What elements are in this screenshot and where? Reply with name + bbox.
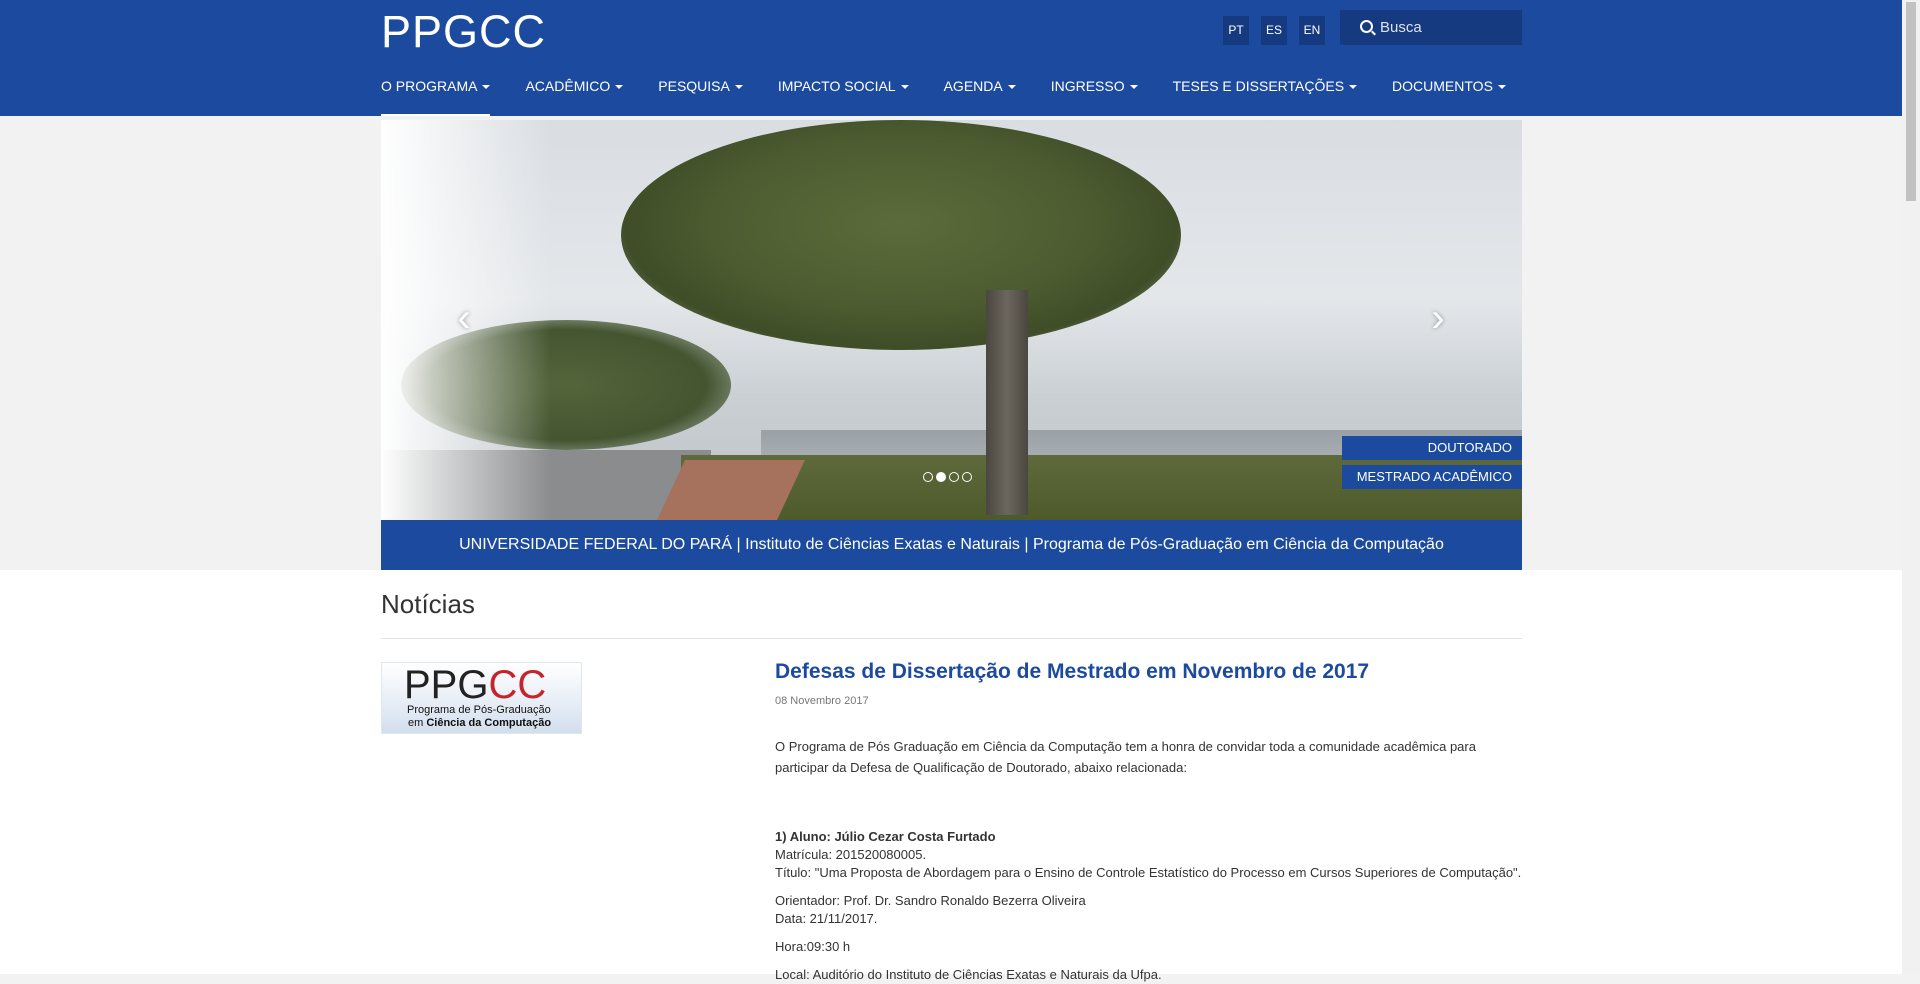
carousel-dot[interactable] bbox=[949, 472, 959, 482]
news-thumbnail[interactable]: PPGCC Programa de Pós-Graduação em Ciênc… bbox=[381, 662, 582, 734]
carousel-dot[interactable] bbox=[962, 472, 972, 482]
article-date: 08 Novembro 2017 bbox=[775, 695, 869, 707]
caret-down-icon bbox=[1349, 85, 1358, 90]
university-banner: UNIVERSIDADE FEDERAL DO PARÁ | Instituto… bbox=[381, 520, 1522, 570]
caret-down-icon bbox=[1497, 85, 1506, 90]
thumbnail-subtitle-2: em Ciência da Computação bbox=[408, 717, 552, 729]
search-icon bbox=[1360, 20, 1373, 33]
article-title[interactable]: Defesas de Dissertação de Mestrado em No… bbox=[775, 657, 1522, 687]
thumbnail-subtitle-1: Programa de Pós-Graduação bbox=[407, 704, 551, 716]
carousel-next-icon[interactable]: › bbox=[1423, 298, 1453, 338]
article-data: Data: 21/11/2017. bbox=[775, 911, 878, 926]
language-es-button[interactable]: ES bbox=[1261, 16, 1287, 45]
nav-item-documentos[interactable]: DOCUMENTOS bbox=[1392, 78, 1506, 114]
nav-item-impacto-social[interactable]: IMPACTO SOCIAL bbox=[778, 78, 909, 114]
page-scrollbar[interactable] bbox=[1902, 0, 1920, 974]
search-placeholder: Busca bbox=[1380, 19, 1422, 36]
nav-item-pesquisa[interactable]: PESQUISA bbox=[658, 78, 743, 114]
nav-item-ingresso[interactable]: INGRESSO bbox=[1051, 78, 1138, 114]
article-hora: Hora:09:30 h bbox=[775, 939, 851, 954]
article-titulo: Título: "Uma Proposta de Abordagem para … bbox=[775, 865, 1522, 880]
top-header: PPGCC PT ES EN Busca O PROGRAMA ACADÊMIC… bbox=[0, 0, 1902, 116]
language-pt-button[interactable]: PT bbox=[1223, 16, 1249, 45]
article-orientador: Orientador: Prof. Dr. Sandro Ronaldo Bez… bbox=[775, 893, 1086, 908]
hero-carousel: ‹ › DOUTORADO MESTRADO ACADÊMICO bbox=[381, 120, 1522, 520]
article-local: Local: Auditório do Instituto de Ciência… bbox=[775, 967, 1162, 982]
nav-label: INGRESSO bbox=[1050, 78, 1125, 94]
main-nav: O PROGRAMA ACADÊMICO PESQUISA IMPACTO SO… bbox=[381, 78, 1541, 116]
caret-down-icon bbox=[1007, 85, 1016, 90]
carousel-indicators bbox=[923, 472, 972, 482]
nav-label: DOCUMENTOS bbox=[1392, 78, 1493, 94]
news-article: Defesas de Dissertação de Mestrado em No… bbox=[775, 657, 1522, 984]
section-title: Notícias bbox=[381, 589, 475, 619]
nav-label: O PROGRAMA bbox=[381, 78, 478, 94]
article-matricula: Matrícula: 201520080005. bbox=[775, 847, 927, 862]
nav-label: AGENDA bbox=[943, 78, 1003, 94]
tree-trunk bbox=[986, 290, 1028, 515]
carousel-prev-icon[interactable]: ‹ bbox=[449, 298, 479, 338]
language-en-button[interactable]: EN bbox=[1299, 16, 1325, 45]
tree-canopy bbox=[621, 120, 1181, 350]
nav-item-agenda[interactable]: AGENDA bbox=[944, 78, 1016, 114]
caret-down-icon bbox=[734, 85, 743, 90]
caret-down-icon bbox=[1129, 85, 1138, 90]
divider bbox=[381, 638, 1522, 639]
nav-label: PESQUISA bbox=[658, 78, 730, 94]
nav-item-academico[interactable]: ACADÊMICO bbox=[525, 78, 624, 114]
nav-label: ACADÊMICO bbox=[525, 78, 611, 94]
article-intro: O Programa de Pós Graduação em Ciência d… bbox=[775, 739, 1476, 775]
nav-item-teses[interactable]: TESES E DISSERTAÇÕES bbox=[1172, 78, 1358, 114]
nav-label: IMPACTO SOCIAL bbox=[777, 78, 896, 94]
carousel-dot-active[interactable] bbox=[936, 472, 946, 482]
thumbnail-logo-text: PPGCC bbox=[404, 663, 547, 707]
search-input[interactable]: Busca bbox=[1340, 10, 1522, 45]
caret-down-icon bbox=[615, 85, 624, 90]
scrollbar-thumb[interactable] bbox=[1906, 2, 1916, 201]
caret-down-icon bbox=[482, 85, 491, 90]
caret-down-icon bbox=[900, 85, 909, 90]
tag-mestrado-academico[interactable]: MESTRADO ACADÊMICO bbox=[1342, 465, 1522, 489]
carousel-dot[interactable] bbox=[923, 472, 933, 482]
nav-item-o-programa[interactable]: O PROGRAMA bbox=[381, 78, 491, 116]
site-logo[interactable]: PPGCC bbox=[381, 6, 546, 58]
tag-doutorado[interactable]: DOUTORADO bbox=[1342, 436, 1522, 460]
article-student: 1) Aluno: Júlio Cezar Costa Furtado bbox=[775, 829, 996, 844]
nav-label: TESES E DISSERTAÇÕES bbox=[1172, 78, 1345, 94]
